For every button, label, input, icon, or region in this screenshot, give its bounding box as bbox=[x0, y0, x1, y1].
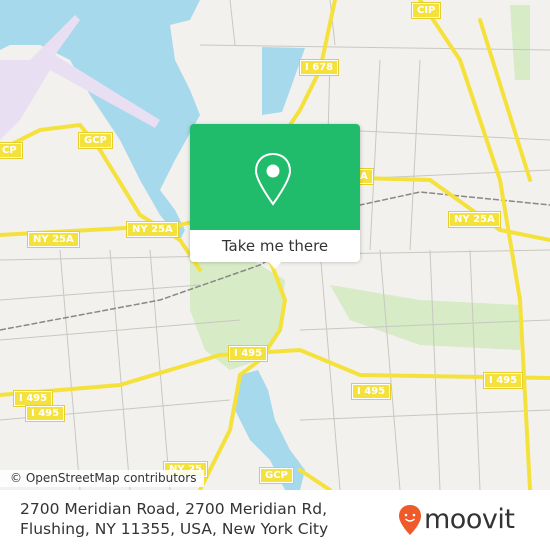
highway-shield: NY 25A bbox=[27, 231, 80, 248]
highway-shield: NY 25A bbox=[126, 221, 179, 238]
park-east bbox=[330, 285, 520, 350]
map-pin-icon bbox=[254, 152, 292, 206]
take-me-there-button[interactable]: Take me there bbox=[190, 230, 360, 262]
highway-shield: I 495 bbox=[12, 390, 54, 407]
park-north bbox=[510, 5, 530, 80]
highway-shield: I 495 bbox=[24, 405, 66, 422]
highway-shield: I 678 bbox=[298, 59, 340, 76]
popup-header bbox=[190, 124, 360, 230]
highway-shield: GCP bbox=[78, 132, 113, 149]
highway-shield: I 495 bbox=[227, 345, 269, 362]
map-attribution[interactable]: © OpenStreetMap contributors bbox=[0, 470, 205, 487]
highway-shield: CIP bbox=[410, 2, 442, 19]
highway-shield: I 495 bbox=[482, 372, 524, 389]
destination-popup: Take me there bbox=[190, 124, 360, 269]
highway-shield: I 495 bbox=[350, 383, 392, 400]
water-bay bbox=[0, 0, 200, 240]
address-text: 2700 Meridian Road, 2700 Meridian Rd, Fl… bbox=[20, 500, 329, 538]
moovit-wordmark: moovit bbox=[424, 504, 515, 535]
highway-shield: GCP bbox=[259, 467, 294, 484]
footer: 2700 Meridian Road, 2700 Meridian Rd, Fl… bbox=[0, 490, 550, 550]
popup-pointer bbox=[267, 260, 283, 269]
moovit-logo[interactable]: moovit bbox=[398, 504, 515, 536]
moovit-pin-icon bbox=[399, 505, 421, 535]
highway-shield: CP bbox=[0, 142, 23, 159]
water-bay-east bbox=[262, 47, 305, 115]
map[interactable]: CIP I 678 GCP CP 5A NY 25A NY 25A NY 25A… bbox=[0, 0, 550, 490]
highway-shield: NY 25A bbox=[448, 211, 501, 228]
